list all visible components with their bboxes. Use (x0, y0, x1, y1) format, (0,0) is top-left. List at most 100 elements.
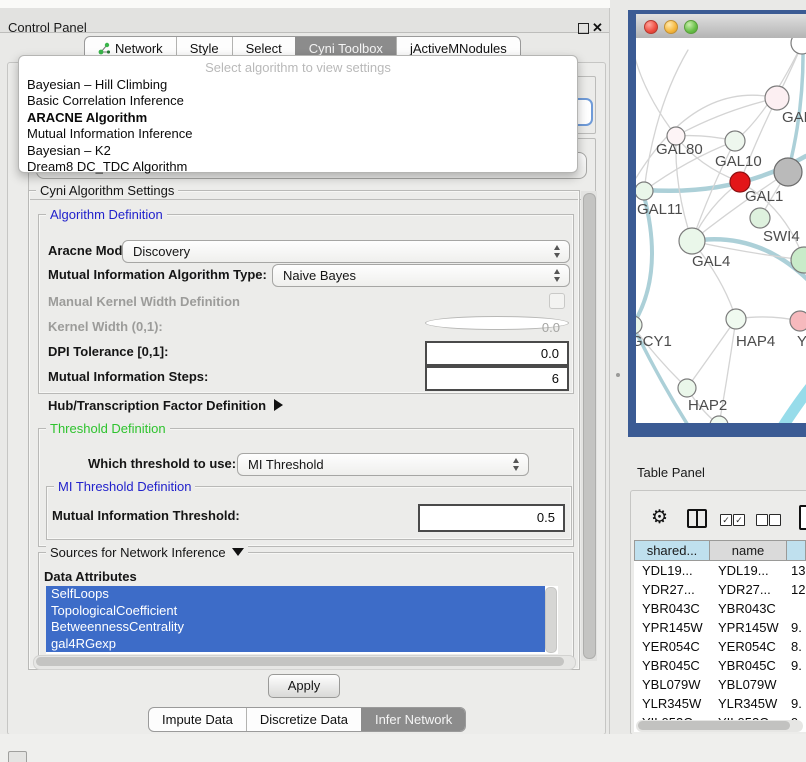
network-node[interactable] (790, 311, 806, 331)
network-canvas[interactable]: GALGAL80GAL10GAL1GAL11SWI4GAL4HAP4YGCY1H… (636, 38, 806, 423)
node-label: GAL80 (656, 141, 703, 158)
sources-title: Sources for Network Inference (50, 545, 226, 560)
network-node[interactable] (678, 379, 696, 397)
table-row[interactable]: YBR043CYBR043C (634, 599, 806, 618)
column-header[interactable]: name (710, 540, 787, 561)
algorithm-option[interactable]: Basic Correlation Inference (19, 93, 577, 109)
dpi-tolerance-field[interactable]: 0.0 (425, 341, 569, 366)
split-divider-handle[interactable] (616, 373, 620, 377)
list-scrollbar[interactable] (545, 587, 557, 653)
table-row[interactable]: YDL19...YDL19...13 (634, 561, 806, 580)
network-node[interactable] (710, 416, 728, 423)
mi-threshold-group-title: MI Threshold Definition (54, 479, 195, 494)
status-strip (0, 734, 806, 762)
tab-infer-network[interactable]: Infer Network (361, 708, 465, 731)
node-label: GAL4 (692, 253, 730, 270)
network-window-titlebar[interactable] (636, 14, 806, 39)
document-icon[interactable] (799, 505, 806, 530)
float-window-icon[interactable] (578, 23, 589, 34)
checked-checkbox-icon[interactable]: ✓ (733, 514, 745, 526)
network-edge[interactable] (644, 50, 688, 191)
network-node[interactable] (725, 131, 745, 151)
apply-button[interactable]: Apply (268, 674, 340, 698)
algorithm-option[interactable]: Dream8 DC_TDC Algorithm (19, 159, 577, 175)
network-node[interactable] (774, 158, 802, 186)
data-attributes-label: Data Attributes (44, 569, 137, 584)
unchecked-checkbox-icon[interactable] (769, 514, 781, 526)
mi-type-value: Naive Bayes (283, 268, 356, 283)
table-row[interactable]: YLR345WYLR345W9. (634, 694, 806, 713)
control-panel-edge (609, 8, 610, 734)
settings-vertical-scrollbar[interactable] (581, 191, 597, 661)
column-header[interactable] (787, 540, 806, 561)
algorithm-option[interactable]: Bayesian – K2 (19, 143, 577, 159)
cyni-settings-title: Cyni Algorithm Settings (36, 183, 178, 198)
threshold-definition-title: Threshold Definition (46, 421, 170, 436)
aracne-mode-combobox[interactable]: Discovery (122, 240, 570, 263)
mi-steps-field[interactable]: 6 (425, 366, 569, 391)
table-cell: YBR043C (710, 599, 787, 618)
network-node[interactable] (679, 228, 705, 254)
tab-label: Style (190, 41, 219, 56)
network-edge[interactable] (636, 54, 676, 136)
table-cell: 8. (787, 637, 806, 656)
algorithm-dropdown-list: Select algorithm to view settings Bayesi… (18, 55, 578, 173)
table-row[interactable]: YBL079WYBL079W (634, 675, 806, 694)
node-label: GCY1 (636, 333, 672, 350)
table-header-row[interactable]: shared...name (634, 540, 806, 561)
network-node[interactable] (765, 86, 789, 110)
network-node[interactable] (726, 309, 746, 329)
network-node[interactable] (636, 182, 653, 200)
which-threshold-label: Which threshold to use: (88, 456, 236, 471)
column-header[interactable]: shared... (634, 540, 710, 561)
network-edge[interactable] (778, 378, 806, 423)
unchecked-checkbox-icon[interactable] (756, 514, 768, 526)
network-node[interactable] (750, 208, 770, 228)
table-row[interactable]: YDR27...YDR27...12 (634, 580, 806, 599)
node-label: GAL (782, 109, 806, 126)
table-row[interactable]: YER054CYER054C8. (634, 637, 806, 656)
tab-label: Cyni Toolbox (309, 41, 383, 56)
tab-label: Select (246, 41, 282, 56)
table-cell: YPR145W (710, 618, 787, 637)
mi-type-combobox[interactable]: Naive Bayes (272, 264, 570, 287)
tab-impute-data[interactable]: Impute Data (149, 708, 246, 731)
manual-kernel-checkbox[interactable] (549, 293, 565, 309)
sources-title-toggle[interactable]: Sources for Network Inference (46, 545, 248, 560)
mi-threshold-field[interactable]: 0.5 (418, 504, 565, 532)
columns-icon[interactable] (687, 509, 707, 528)
algorithm-option[interactable]: Mutual Information Inference (19, 126, 577, 142)
attribute-item[interactable]: gal4RGexp (46, 636, 545, 653)
minimize-traffic-light-icon[interactable] (664, 20, 678, 34)
gear-icon[interactable]: ⚙ (651, 506, 668, 529)
node-label: HAP2 (688, 397, 727, 414)
table-horizontal-scrollbar[interactable] (636, 720, 803, 732)
data-attributes-list[interactable]: SelfLoopsTopologicalCoefficientBetweenne… (46, 586, 558, 654)
settings-horizontal-scrollbar[interactable] (33, 655, 576, 670)
zoom-traffic-light-icon[interactable] (684, 20, 698, 34)
attribute-item[interactable]: TopologicalCoefficient (46, 603, 545, 620)
close-icon[interactable]: ✕ (592, 20, 603, 36)
attribute-item[interactable]: BetweennessCentrality (46, 619, 545, 636)
hub-definition-toggle[interactable]: Hub/Transcription Factor Definition (48, 398, 283, 413)
dropdown-hint: Select algorithm to view settings (19, 58, 577, 77)
algorithm-option[interactable]: Bayesian – Hill Climbing (19, 77, 577, 93)
network-edge[interactable] (687, 319, 736, 388)
which-threshold-combobox[interactable]: MI Threshold (237, 453, 529, 476)
stepper-icon (554, 245, 561, 258)
cyni-bottom-tabs: Impute DataDiscretize DataInfer Network (148, 707, 466, 732)
table-row[interactable]: YPR145WYPR145W9. (634, 618, 806, 637)
table-row[interactable]: YBR045CYBR045C9. (634, 656, 806, 675)
close-traffic-light-icon[interactable] (644, 20, 658, 34)
checked-checkbox-icon[interactable]: ✓ (720, 514, 732, 526)
network-graph[interactable]: GALGAL80GAL10GAL1GAL11SWI4GAL4HAP4YGCY1H… (636, 38, 806, 423)
tab-discretize-data[interactable]: Discretize Data (246, 708, 361, 731)
kernel-width-field[interactable]: 0.0 (425, 316, 569, 330)
minimized-panel-icon[interactable] (8, 751, 27, 762)
algorithm-option[interactable]: ARACNE Algorithm (19, 110, 577, 126)
network-node[interactable] (636, 316, 642, 334)
node-label: HAP4 (736, 333, 775, 350)
table-cell (787, 675, 806, 694)
network-node[interactable] (791, 38, 806, 54)
attribute-item[interactable]: SelfLoops (46, 586, 545, 603)
